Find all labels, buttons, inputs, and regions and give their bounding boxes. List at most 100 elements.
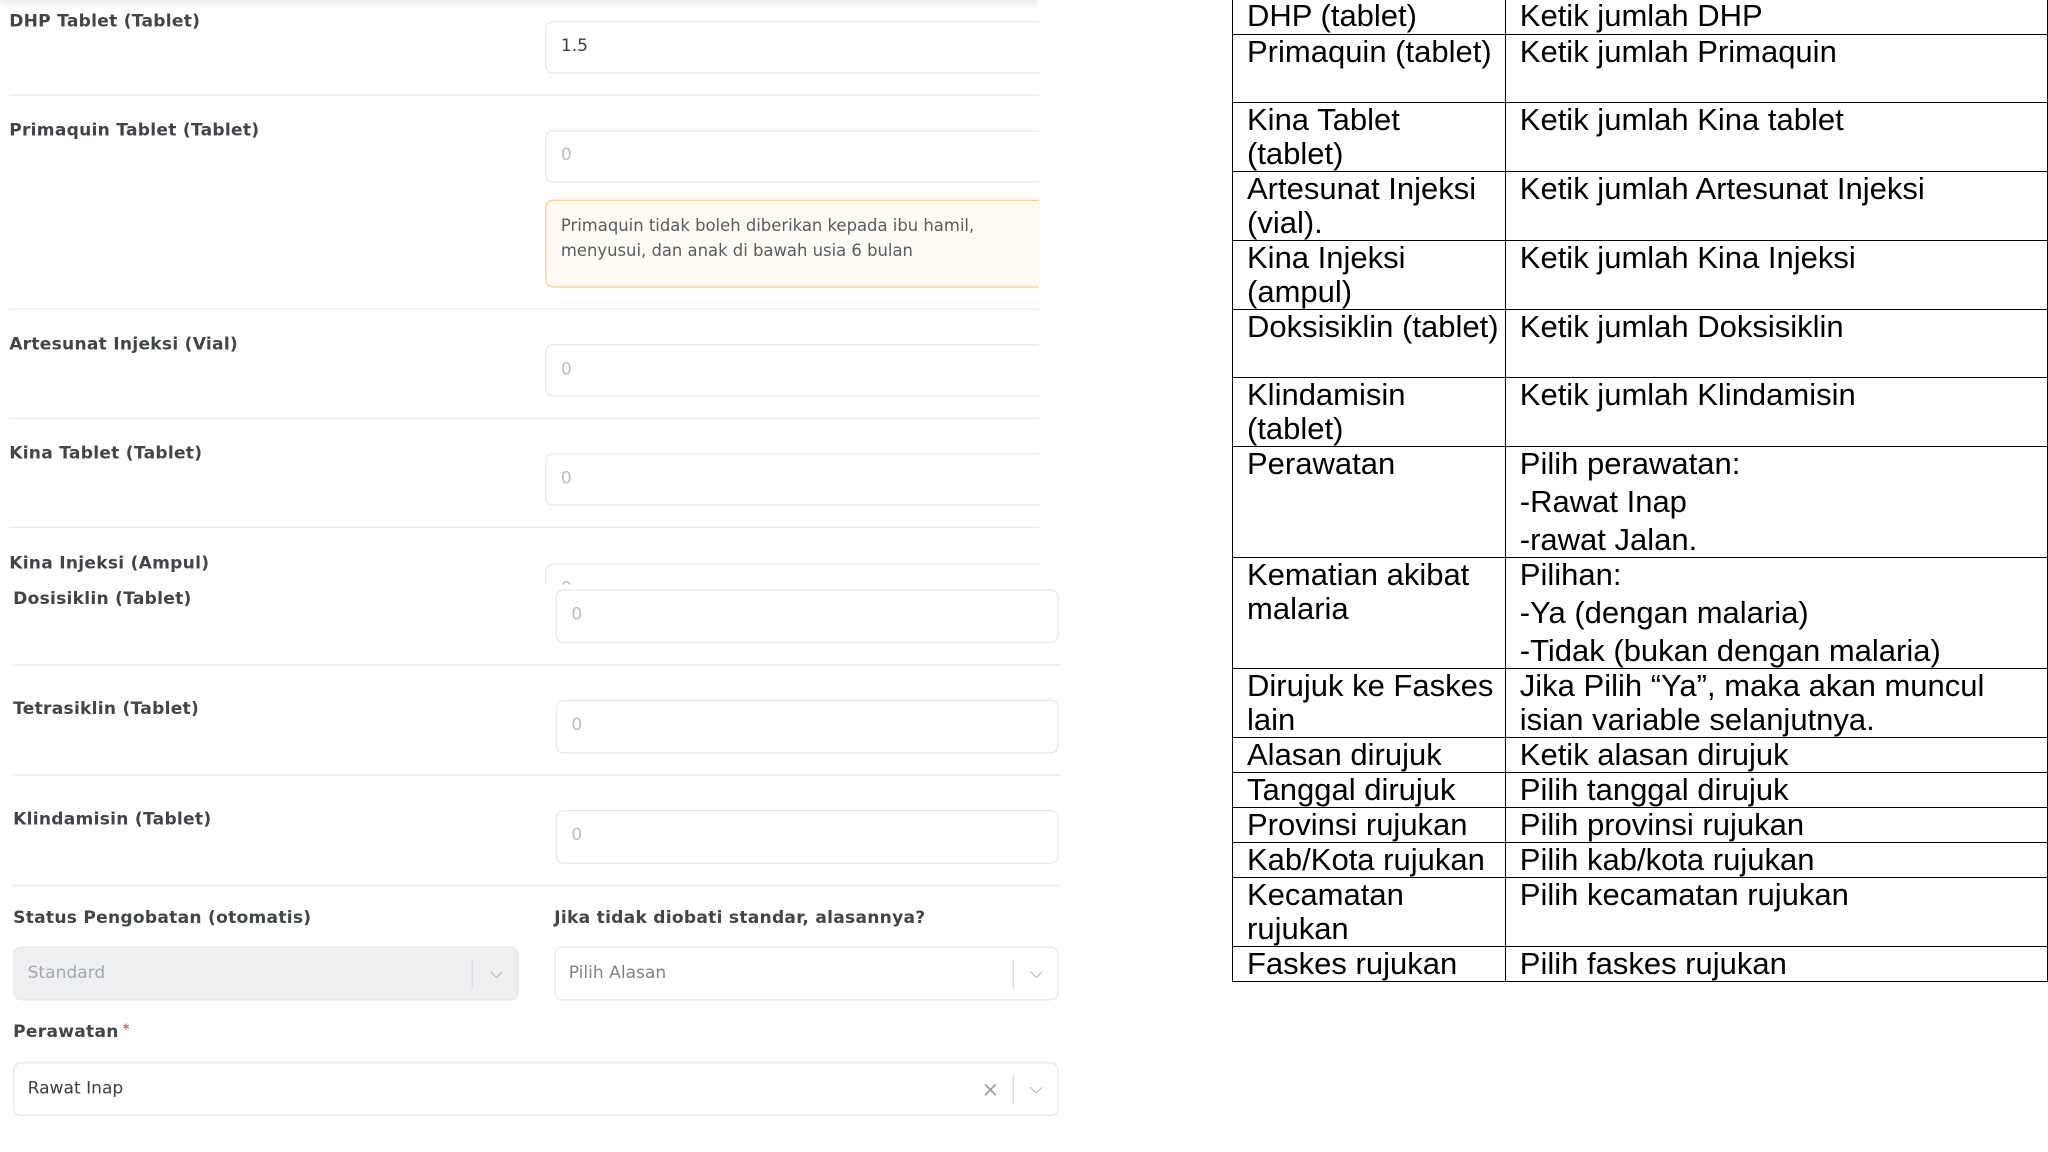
table-row: Dirujuk ke Faskes lain Jika Pilih “Ya”, m…: [1232, 668, 2048, 738]
artesunat-label: Artesunat Injeksi (Vial): [9, 334, 239, 355]
clear-icon[interactable]: ×: [977, 1063, 1003, 1114]
table-row: Faskes rujukan Pilih faskes rujukan: [1232, 946, 2048, 982]
description-line: Ketik jumlah Klindamisin: [1519, 377, 1856, 412]
field-description-cell: Ketik jumlah Artesunat Injeksi: [1504, 171, 2048, 241]
field-name-cell: Faskes rujukan: [1232, 946, 1506, 982]
field-description-cell: Pilihan: -Ya (dengan malaria) -Tidak (buka…: [1504, 557, 2048, 669]
kina-tablet-input[interactable]: 0: [545, 453, 1039, 506]
table-row: Kematian akibat malaria Pilihan: -Ya (deng…: [1232, 557, 2048, 669]
field-name-cell: DHP (tablet): [1232, 0, 1506, 35]
field-name-cell: Doksisiklin (tablet): [1232, 309, 1506, 378]
chevron-down-icon[interactable]: ⌵: [1014, 1063, 1059, 1114]
table-row: Kab/Kota rujukan Pilih kab/kota rujukan: [1232, 842, 2048, 878]
divider: [9, 417, 1039, 420]
field-name-cell: Dirujuk ke Faskes lain: [1232, 668, 1506, 738]
primaquin-warning: Primaquin tidak boleh diberikan kepada i…: [545, 199, 1039, 288]
chevron-down-icon[interactable]: ⌵: [1014, 948, 1059, 999]
field-description-cell: Pilih tanggal dirujuk: [1504, 772, 2048, 808]
field-name-cell: Klindamisin (tablet): [1232, 377, 1506, 447]
table-row: Klindamisin (tablet) Ketik jumlah Klindam…: [1232, 377, 2048, 447]
table-row: Alasan dirujuk Ketik alasan dirujuk: [1232, 737, 2048, 773]
description-line: Pilihan:: [1519, 557, 1622, 592]
alasan-select[interactable]: Pilih Alasan ⌵: [554, 946, 1059, 1001]
table-row: DHP (tablet) Ketik jumlah DHP: [1232, 0, 2048, 35]
status-select: Standard ⌵: [13, 946, 519, 1001]
field-name-cell: Alasan dirujuk: [1232, 737, 1506, 773]
table-row: Kina Tablet (tablet) Ketik jumlah Kina ta…: [1232, 102, 2048, 172]
tetrasiklin-label: Tetrasiklin (Tablet): [13, 699, 200, 720]
field-description-cell: Ketik jumlah Kina Injeksi: [1504, 240, 2048, 310]
field-name-cell: Kematian akibat malaria: [1232, 557, 1506, 669]
variable-reference-table: DHP (tablet) Ketik jumlah DHP Primaquin (t…: [1232, 0, 2048, 982]
required-mark: *: [122, 1022, 130, 1038]
kina-tablet-label: Kina Tablet (Tablet): [9, 443, 203, 464]
description-line: Ketik jumlah Kina Injeksi: [1519, 240, 1856, 275]
description-line: Pilih kab/kota rujukan: [1519, 842, 1815, 877]
field-description-cell: Ketik jumlah Doksisiklin: [1504, 309, 2048, 378]
klindamisin-input[interactable]: 0: [555, 809, 1059, 864]
status-value: Standard: [27, 963, 106, 984]
medication-form-bottom: Dosisiklin (Tablet) 0 Tetrasiklin (Table…: [0, 588, 1064, 1140]
field-name-cell: Kina Tablet (tablet): [1232, 102, 1506, 172]
reference-table-body: DHP (tablet) Ketik jumlah DHP Primaquin (t…: [1232, 0, 2048, 982]
table-row: Kina Injeksi (ampul) Ketik jumlah Kina In…: [1232, 240, 2048, 310]
description-line: Ketik jumlah DHP: [1519, 0, 1763, 33]
dosisiklin-input[interactable]: 0: [555, 589, 1059, 644]
dhp-label: DHP Tablet (Tablet): [9, 11, 201, 32]
field-description-cell: Pilih provinsi rujukan: [1504, 807, 2048, 843]
artesunat-input[interactable]: 0: [545, 344, 1039, 397]
field-description-cell: Pilih faskes rujukan: [1504, 946, 2048, 982]
description-line: Jika Pilih “Ya”, maka akan muncul isian …: [1519, 668, 1985, 737]
divider: [9, 94, 1039, 96]
table-row: Tanggal dirujuk Pilih tanggal dirujuk: [1232, 772, 2048, 808]
field-description-cell: Pilih kab/kota rujukan: [1504, 842, 2048, 878]
klindamisin-label: Klindamisin (Tablet): [13, 809, 212, 830]
field-description-cell: Pilih kecamatan rujukan: [1504, 877, 2048, 947]
divider: [13, 664, 1062, 666]
primaquin-label: Primaquin Tablet (Tablet): [9, 120, 260, 141]
divider: [9, 526, 1039, 529]
tetrasiklin-input[interactable]: 0: [555, 699, 1059, 754]
table-row: Perawatan Pilih perawatan: -Rawat Inap -raw…: [1232, 446, 2048, 558]
description-line: -Ya (dengan malaria): [1519, 595, 1809, 630]
field-name-cell: Provinsi rujukan: [1232, 807, 1506, 843]
field-description-cell: Ketik jumlah Primaquin: [1504, 34, 2048, 103]
field-description-cell: Ketik jumlah DHP: [1504, 0, 2048, 35]
description-line: Ketik alasan dirujuk: [1519, 737, 1789, 772]
divider: [13, 774, 1062, 776]
table-row: Provinsi rujukan Pilih provinsi rujukan: [1232, 807, 2048, 843]
description-line: -rawat Jalan.: [1519, 522, 1698, 557]
dhp-input[interactable]: 1.5: [545, 21, 1039, 74]
primaquin-input[interactable]: 0: [545, 130, 1039, 183]
table-row: Doksisiklin (tablet) Ketik jumlah Doksisi…: [1232, 309, 2048, 378]
perawatan-select[interactable]: Rawat Inap × ⌵: [13, 1062, 1059, 1117]
description-line: Pilih tanggal dirujuk: [1519, 772, 1789, 807]
status-label: Status Pengobatan (otomatis): [13, 908, 312, 929]
field-description-cell: Ketik alasan dirujuk: [1504, 737, 2048, 773]
description-line: Ketik jumlah Doksisiklin: [1519, 309, 1844, 344]
field-name-cell: Artesunat Injeksi (vial).: [1232, 171, 1506, 241]
alasan-placeholder: Pilih Alasan: [568, 963, 667, 984]
chevron-down-icon: ⌵: [490, 963, 503, 984]
perawatan-label: Perawatan *: [13, 1023, 130, 1043]
field-description-cell: Ketik jumlah Klindamisin: [1504, 377, 2048, 447]
dosisiklin-label: Dosisiklin (Tablet): [13, 589, 192, 610]
divider: [9, 308, 1039, 310]
description-line: Ketik jumlah Artesunat Injeksi: [1519, 171, 1925, 206]
field-name-cell: Kab/Kota rujukan: [1232, 842, 1506, 878]
field-description-cell: Ketik jumlah Kina tablet: [1504, 102, 2048, 172]
table-row: Artesunat Injeksi (vial). Ketik jumlah Ar…: [1232, 171, 2048, 241]
medication-form-top: DHP Tablet (Tablet) 1.5 Primaquin Tablet…: [0, 0, 1039, 585]
field-name-cell: Tanggal dirujuk: [1232, 772, 1506, 808]
description-line: Pilih perawatan:: [1519, 446, 1741, 481]
kina-injeksi-input[interactable]: 0: [545, 563, 1039, 585]
description-line: Pilih provinsi rujukan: [1519, 807, 1805, 842]
field-name-cell: Perawatan: [1232, 446, 1506, 558]
field-name-cell: Kecamatan rujukan: [1232, 877, 1506, 947]
select-separator: [471, 959, 473, 989]
perawatan-label-text: Perawatan: [13, 1022, 119, 1043]
description-line: Ketik jumlah Primaquin: [1519, 34, 1837, 69]
kina-injeksi-label: Kina Injeksi (Ampul): [9, 554, 210, 574]
table-row: Primaquin (tablet) Ketik jumlah Primaquin: [1232, 34, 2048, 103]
alasan-label: Jika tidak diobati standar, alasannya?: [554, 908, 926, 929]
